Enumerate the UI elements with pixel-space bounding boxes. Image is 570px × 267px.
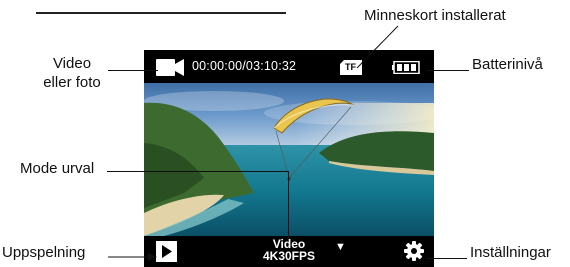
leader-arrows	[108, 25, 399, 261]
